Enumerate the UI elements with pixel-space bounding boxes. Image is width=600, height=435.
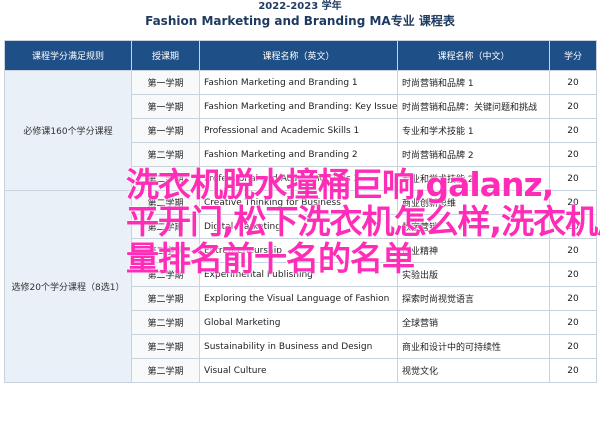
credits-cell: 20: [549, 94, 597, 119]
credits-cell: 20: [549, 358, 597, 383]
credits-cell: 20: [549, 262, 597, 287]
table-row: 必修课160个学分课程 第一学期 Fashion Marketing and Bra…: [4, 70, 597, 191]
credits-cell: 20: [549, 286, 597, 311]
semester-cell: 第二学期: [131, 214, 200, 239]
table-row: 选修20个学分课程（8选1） 第二学期 Creative Thinking for …: [4, 190, 597, 383]
course-zh-cell: 商业和设计中的可持续性: [397, 334, 550, 359]
course-en-cell: Exploring the Visual Language of Fashion: [199, 286, 398, 311]
semester-cell: 第二学期: [131, 142, 200, 167]
col-header-credits: 学分: [549, 40, 597, 71]
course-zh-cell: 时尚营销和品牌 2: [397, 142, 550, 167]
course-en-cell: Fashion Marketing and Branding 1: [199, 70, 398, 95]
col-header-course-en: 课程名称（英文）: [199, 40, 398, 71]
course-zh-cell: 商业创新思维: [397, 190, 550, 215]
course-en-cell: Global Marketing: [199, 310, 398, 335]
semester-cell: 第二学期: [131, 358, 200, 383]
course-zh-cell: 视觉文化: [397, 358, 550, 383]
course-zh-cell: 时尚营销和品牌 1: [397, 70, 550, 95]
course-zh-cell: 专业和学术技能 2: [397, 166, 550, 191]
credits-cell: 20: [549, 310, 597, 335]
credits-cell: 20: [549, 142, 597, 167]
course-en-cell: Entrepreneurship: [199, 238, 398, 263]
course-zh-cell: 探索时尚视觉语言: [397, 286, 550, 311]
semester-cell: 第一学期: [131, 94, 200, 119]
course-en-cell: Experimental Publishing: [199, 262, 398, 287]
semester-cell: 第一学期: [131, 118, 200, 143]
col-header-course-zh: 课程名称（中文）: [397, 40, 550, 71]
course-zh-cell: 数字营销: [397, 214, 550, 239]
course-zh-cell: 时尚营销和品牌：关键问题和挑战: [397, 94, 550, 119]
credits-cell: 20: [549, 190, 597, 215]
course-en-cell: Sustainability in Business and Design: [199, 334, 398, 359]
semester-cell: 第二学期: [131, 166, 200, 191]
course-zh-cell: 实验出版: [397, 262, 550, 287]
category-cell: 必修课160个学分课程: [4, 70, 132, 191]
credits-cell: 20: [549, 118, 597, 143]
semester-cell: 第二学期: [131, 286, 200, 311]
credits-cell: 20: [549, 70, 597, 95]
course-en-cell: Professional and Academic Skills 1: [199, 118, 398, 143]
course-en-cell: Fashion Marketing and Branding 2: [199, 142, 398, 167]
category-cell: 选修20个学分课程（8选1）: [4, 190, 132, 383]
course-en-cell: Visual Culture: [199, 358, 398, 383]
course-table: 课程学分满足规则 授课期 课程名称（英文） 课程名称（中文） 学分 必修课160…: [4, 40, 597, 383]
semester-cell: 第二学期: [131, 334, 200, 359]
credits-cell: 20: [549, 214, 597, 239]
course-en-cell: Professional and Academic Skills 2: [199, 166, 398, 191]
course-en-cell: Digital Marketing: [199, 214, 398, 239]
course-zh-cell: 全球营销: [397, 310, 550, 335]
course-zh-cell: 专业和学术技能 1: [397, 118, 550, 143]
col-header-semester: 授课期: [131, 40, 200, 71]
table-title-program: Fashion Marketing and Branding MA专业 课程表: [145, 14, 455, 28]
credits-cell: 20: [549, 334, 597, 359]
credits-cell: 20: [549, 166, 597, 191]
semester-cell: 第二学期: [131, 190, 200, 215]
course-en-cell: Fashion Marketing and Branding: Key Issu…: [199, 94, 398, 119]
semester-cell: 第二学期: [131, 262, 200, 287]
semester-cell: 第二学期: [131, 238, 200, 263]
course-zh-cell: 创业精神: [397, 238, 550, 263]
col-header-category: 课程学分满足规则: [4, 40, 132, 71]
course-en-cell: Creative Thinking for Business: [199, 190, 398, 215]
table-header-row: 课程学分满足规则 授课期 课程名称（英文） 课程名称（中文） 学分: [4, 40, 597, 71]
semester-cell: 第一学期: [131, 70, 200, 95]
semester-cell: 第二学期: [131, 310, 200, 335]
credits-cell: 20: [549, 238, 597, 263]
